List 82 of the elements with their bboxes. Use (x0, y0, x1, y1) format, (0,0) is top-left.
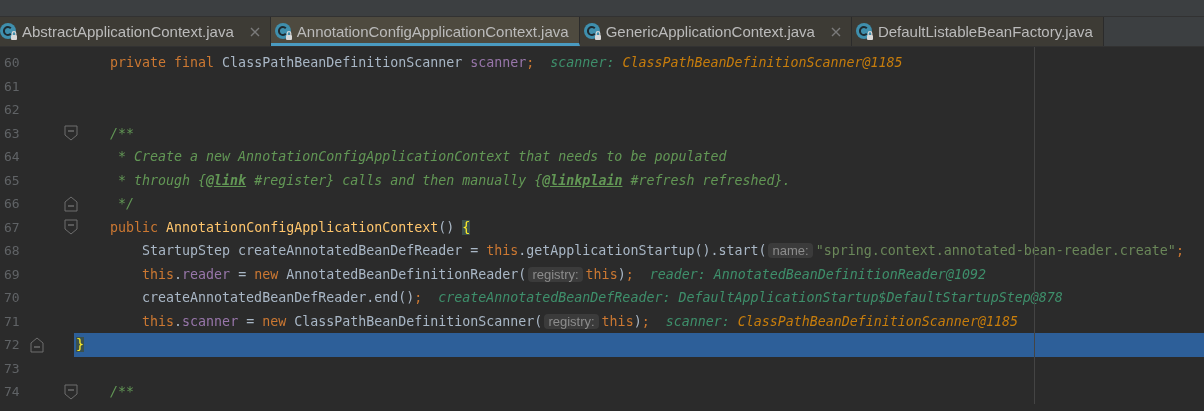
line-number: 65 (3, 172, 21, 188)
fold-marker-icon[interactable] (64, 125, 78, 142)
code-keyword: new (262, 313, 288, 329)
code-text: ClassPathBeanDefinitionScanner (222, 55, 464, 71)
line-number: 69 (3, 266, 21, 282)
code-comment: */ (118, 196, 135, 212)
code-keyword: ; (641, 313, 650, 329)
editor-tab[interactable]: AbstractApplicationContext.java (0, 17, 271, 46)
editor-tab[interactable]: DefaultListableBeanFactory.java (851, 17, 1104, 46)
line-number: 66 (3, 196, 21, 212)
close-icon[interactable] (830, 26, 841, 37)
line-number: 74 (3, 384, 21, 400)
parameter-hint: name: (768, 243, 813, 259)
code-keyword: public (110, 219, 160, 235)
code-keyword: private final (110, 55, 216, 71)
parameter-hint: registry: (544, 313, 599, 329)
line-number: 63 (3, 125, 21, 141)
code-keyword: ; (625, 266, 634, 282)
editor-tab[interactable]: AnnotationConfigApplicationContext.java (270, 17, 580, 46)
class-icon (583, 22, 602, 41)
code-keyword: this (601, 313, 634, 329)
close-icon[interactable] (249, 26, 260, 37)
code-keyword: this (486, 243, 519, 259)
line-number: 73 (3, 360, 21, 376)
editor-tab[interactable]: GenericApplicationContext.java (579, 17, 852, 46)
line-number: 60 (3, 55, 21, 71)
code-comment: * Create a new AnnotationConfigApplicationContext that needs to be populated (118, 149, 727, 165)
matched-brace: { (462, 219, 471, 235)
inline-debug-value: AnnotatedBeanDefinitionReader@1092 (713, 266, 986, 282)
line-number: 70 (3, 290, 21, 306)
line-number: 62 (3, 102, 21, 118)
code-text: = (246, 313, 256, 329)
doc-tag: @link (206, 172, 247, 188)
code-text: ) (633, 313, 642, 329)
inline-debug-name: scanner: (550, 55, 615, 71)
code-text: AnnotatedBeanDefinitionReader( (286, 266, 527, 282)
line-number: 67 (3, 219, 21, 235)
code-field: scanner (182, 313, 239, 329)
line-number: 61 (3, 78, 21, 94)
code-field: reader (182, 266, 231, 282)
inline-debug-value: ClassPathBeanDefinitionScanner@1185 (622, 55, 903, 71)
class-icon (274, 22, 293, 41)
line-number: 64 (3, 149, 21, 165)
inline-debug-name: scanner: (665, 313, 730, 329)
code-text: = (238, 266, 248, 282)
inline-debug-name: reader: (649, 266, 706, 282)
code-text: . (174, 266, 183, 282)
parameter-hint: registry: (528, 266, 583, 282)
fold-marker-icon[interactable] (64, 219, 78, 236)
inline-debug-value: DefaultApplicationStartup$DefaultStartupStep@878 (678, 290, 1063, 306)
line-number: 71 (3, 313, 21, 329)
code-comment: * through { (118, 172, 207, 188)
code-keyword: this (142, 313, 175, 329)
code-text: .getApplicationStartup().start( (518, 243, 767, 259)
code-keyword: ; (414, 290, 423, 306)
method-name: AnnotationConfigApplicationContext (166, 219, 439, 235)
code-keyword: ; (526, 55, 535, 71)
fold-marker-icon[interactable] (64, 383, 78, 400)
code-comment: #register} calls and then manually { (254, 172, 543, 188)
class-icon (855, 22, 874, 41)
inline-debug-value: ClassPathBeanDefinitionScanner@1185 (737, 313, 1018, 329)
code-text: ClassPathBeanDefinitionScanner( (294, 313, 543, 329)
code-keyword: this (585, 266, 618, 282)
string-literal: "spring.context.annotated-bean-reader.create" (815, 243, 1176, 259)
matched-brace: } (76, 337, 85, 353)
code-text: createAnnotatedBeanDefReader.end() (142, 290, 415, 306)
code-text: () (438, 219, 456, 235)
code-text: . (174, 313, 183, 329)
code-field: scanner (470, 55, 527, 71)
inline-debug-name: createAnnotatedBeanDefReader: (438, 290, 671, 306)
code-keyword: ; (1175, 243, 1184, 259)
code-comment: /** (110, 125, 135, 141)
code-comment: /** (110, 384, 135, 400)
class-icon (0, 22, 18, 41)
line-number: 68 (3, 243, 21, 259)
code-comment: #refresh refreshed}. (630, 172, 791, 188)
fold-marker-icon[interactable] (64, 195, 78, 212)
code-keyword: this (142, 266, 175, 282)
code-keyword: new (254, 266, 280, 282)
code-text: StartupStep createAnnotatedBeanDefReader = (142, 243, 480, 259)
code-text: ) (617, 266, 626, 282)
doc-tag: @linkplain (542, 172, 623, 188)
